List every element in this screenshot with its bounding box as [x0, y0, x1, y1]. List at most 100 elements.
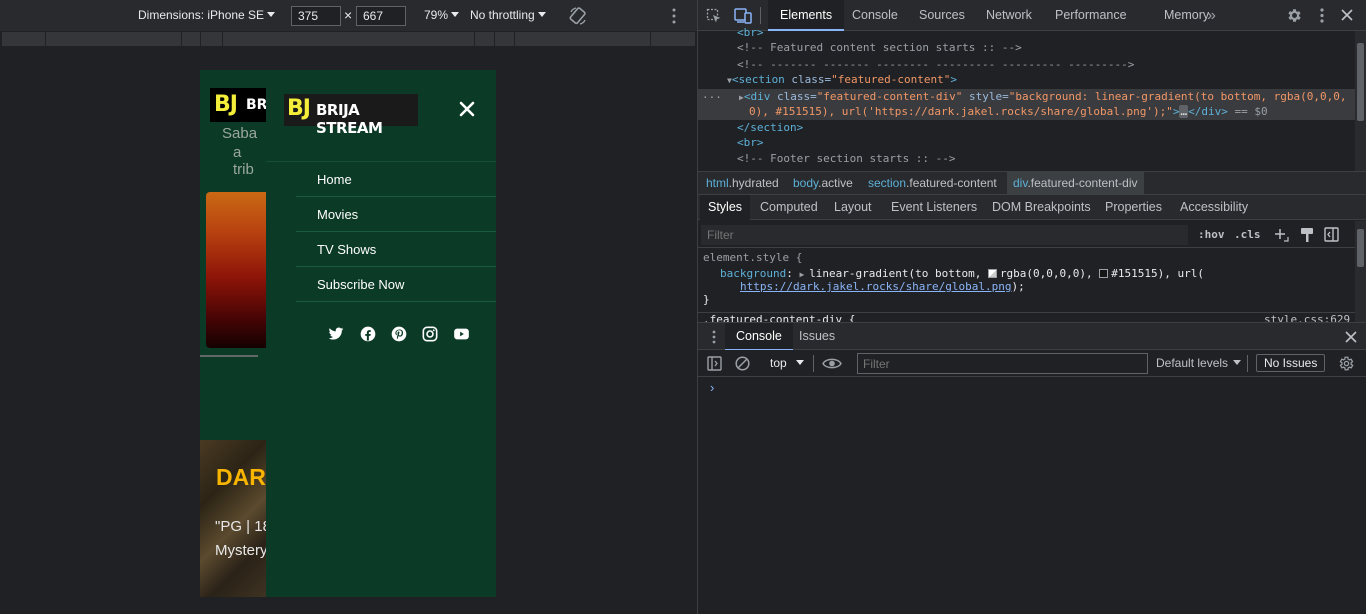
tab-sources[interactable]: Sources — [919, 0, 965, 31]
elements-scrollbar[interactable] — [1355, 31, 1366, 171]
media-query-segment[interactable] — [515, 32, 651, 46]
facebook-icon[interactable] — [360, 326, 376, 342]
dom-node-section[interactable]: ▼<section class="featured-content"> — [727, 72, 957, 87]
zoom-dropdown[interactable]: 79% — [424, 8, 460, 22]
drawer-menu-icon[interactable] — [711, 330, 717, 344]
media-query-segment[interactable] — [475, 32, 495, 46]
dom-node-featured-div[interactable]: ▶<div class="featured-content-div" style… — [739, 89, 1347, 104]
dom-comment[interactable]: <!-- ------- ------- -------- --------- … — [737, 57, 1134, 72]
tab-computed[interactable]: Computed — [760, 195, 818, 220]
property-value[interactable]: rgba(0,0,0,0), — [1000, 267, 1099, 280]
nav-item-movies[interactable]: Movies — [296, 197, 496, 232]
media-query-segment[interactable] — [182, 32, 201, 46]
new-style-rule-icon[interactable] — [1273, 227, 1289, 243]
tab-accessibility[interactable]: Accessibility — [1180, 195, 1248, 220]
breadcrumb-section[interactable]: section.featured-content — [862, 172, 1003, 194]
media-query-segment[interactable] — [223, 32, 475, 46]
console-settings-gear-icon[interactable] — [1338, 355, 1355, 372]
youtube-icon[interactable] — [453, 326, 469, 342]
cls-button[interactable]: .cls — [1234, 228, 1261, 241]
breadcrumb-html[interactable]: html.hydrated — [700, 172, 785, 194]
tab-elements[interactable]: Elements — [768, 0, 845, 31]
close-devtools-icon[interactable] — [1341, 9, 1353, 21]
twitter-icon[interactable] — [328, 326, 344, 342]
tab-console[interactable]: Console — [852, 0, 898, 31]
dom-comment[interactable]: <!-- Footer section starts :: --> — [737, 151, 956, 166]
node-actions-dots[interactable]: ··· — [702, 90, 722, 105]
height-input[interactable] — [356, 6, 406, 26]
device-toggle-icon[interactable] — [734, 7, 752, 24]
expand-triangle-icon[interactable]: ▶ — [799, 270, 809, 279]
drawer-tab-issues[interactable]: Issues — [799, 323, 835, 351]
dimensions-dropdown[interactable]: Dimensions: iPhone SE — [138, 8, 276, 22]
more-tabs-button[interactable]: » — [1207, 0, 1216, 31]
tab-event-listeners[interactable]: Event Listeners — [891, 195, 977, 220]
property-name[interactable]: background — [720, 267, 786, 280]
collapsed-children-button[interactable]: … — [1179, 105, 1189, 118]
close-icon[interactable] — [459, 101, 475, 117]
url-link[interactable]: https://dark.jakel.rocks/share/global.pn… — [740, 280, 1012, 293]
scrollbar-thumb[interactable] — [1357, 43, 1364, 121]
issues-counter-button[interactable]: No Issues — [1256, 354, 1326, 372]
context-selector[interactable]: top — [770, 356, 804, 370]
style-declaration-cont[interactable]: https://dark.jakel.rocks/share/global.pn… — [740, 280, 1025, 293]
tab-performance[interactable]: Performance — [1055, 0, 1127, 31]
console-input-area[interactable] — [698, 377, 1366, 614]
breadcrumb-body[interactable]: body.active — [787, 172, 859, 194]
media-query-bar[interactable] — [2, 32, 696, 46]
nav-item-home[interactable]: Home — [296, 162, 496, 197]
dom-node-br[interactable]: <br> — [737, 25, 764, 40]
drawer-logo[interactable]: BJ BRIJA STREAM — [284, 94, 418, 137]
nav-item-tv-shows[interactable]: TV Shows — [296, 232, 496, 267]
styles-scrollbar[interactable] — [1355, 221, 1366, 322]
tab-properties[interactable]: Properties — [1105, 195, 1162, 220]
media-query-segment[interactable] — [201, 32, 223, 46]
sidebar-toggle-icon[interactable] — [707, 356, 722, 371]
movie-poster[interactable] — [206, 192, 266, 348]
property-value[interactable]: linear-gradient(to bottom, — [809, 267, 988, 280]
style-declaration[interactable]: background: ▶ linear-gradient(to bottom,… — [720, 267, 1204, 280]
emulated-phone-screen[interactable]: BJ BRI Saba a trib DAR "PG | 18 Mystery … — [200, 70, 496, 597]
media-query-segment[interactable] — [495, 32, 515, 46]
settings-gear-icon[interactable] — [1286, 7, 1303, 24]
drawer-tab-console[interactable]: Console — [725, 323, 793, 351]
dom-node-section-close[interactable]: </section> — [737, 120, 803, 135]
tab-dom-breakpoints[interactable]: DOM Breakpoints — [992, 195, 1091, 220]
nav-item-subscribe-now[interactable]: Subscribe Now — [296, 267, 496, 302]
color-swatch[interactable] — [987, 269, 997, 278]
inspect-element-icon[interactable] — [706, 8, 722, 24]
log-levels-dropdown[interactable]: Default levels — [1156, 356, 1242, 370]
styles-pane[interactable]: element.style { background: ▶ linear-gra… — [698, 249, 1356, 322]
scrollbar-thumb[interactable] — [1357, 229, 1364, 267]
pinterest-icon[interactable] — [391, 326, 407, 342]
dom-comment[interactable]: <!-- Featured content section starts :: … — [737, 40, 1022, 55]
carousel-scrollbar[interactable] — [200, 355, 258, 357]
tab-memory[interactable]: Memory — [1164, 0, 1209, 31]
tab-network[interactable]: Network — [986, 0, 1032, 31]
color-swatch[interactable] — [1099, 269, 1109, 278]
width-input[interactable] — [291, 6, 341, 26]
paint-brush-icon[interactable] — [1300, 227, 1314, 243]
media-query-segment[interactable] — [46, 32, 182, 46]
rotate-icon[interactable] — [568, 6, 588, 26]
breadcrumb-div[interactable]: div.featured-content-div — [1007, 172, 1144, 194]
throttling-dropdown[interactable]: No throttling — [470, 8, 546, 22]
tab-layout[interactable]: Layout — [834, 195, 872, 220]
instagram-icon[interactable] — [422, 326, 438, 342]
tab-styles[interactable]: Styles — [700, 195, 751, 220]
more-options-icon[interactable] — [668, 7, 680, 25]
styles-filter-input[interactable] — [701, 225, 1188, 245]
dom-node-br[interactable]: <br> — [737, 135, 764, 150]
media-query-segment[interactable] — [651, 32, 696, 46]
console-filter-input[interactable] — [857, 353, 1148, 374]
elements-tree[interactable]: <br> <!-- Featured content section start… — [698, 26, 1356, 171]
media-query-segment[interactable] — [2, 32, 46, 46]
source-link[interactable]: style.css:629 — [1264, 313, 1350, 322]
clear-console-icon[interactable] — [735, 356, 750, 371]
toggle-sidebar-icon[interactable] — [1324, 227, 1339, 242]
dom-node-featured-div-cont[interactable]: 0), #151515), url('https://dark.jakel.ro… — [749, 104, 1268, 119]
property-value[interactable]: #151515), url( — [1111, 267, 1204, 280]
customize-menu-icon[interactable] — [1316, 7, 1328, 24]
hov-button[interactable]: :hov — [1198, 228, 1225, 241]
close-drawer-icon[interactable] — [1345, 331, 1357, 343]
